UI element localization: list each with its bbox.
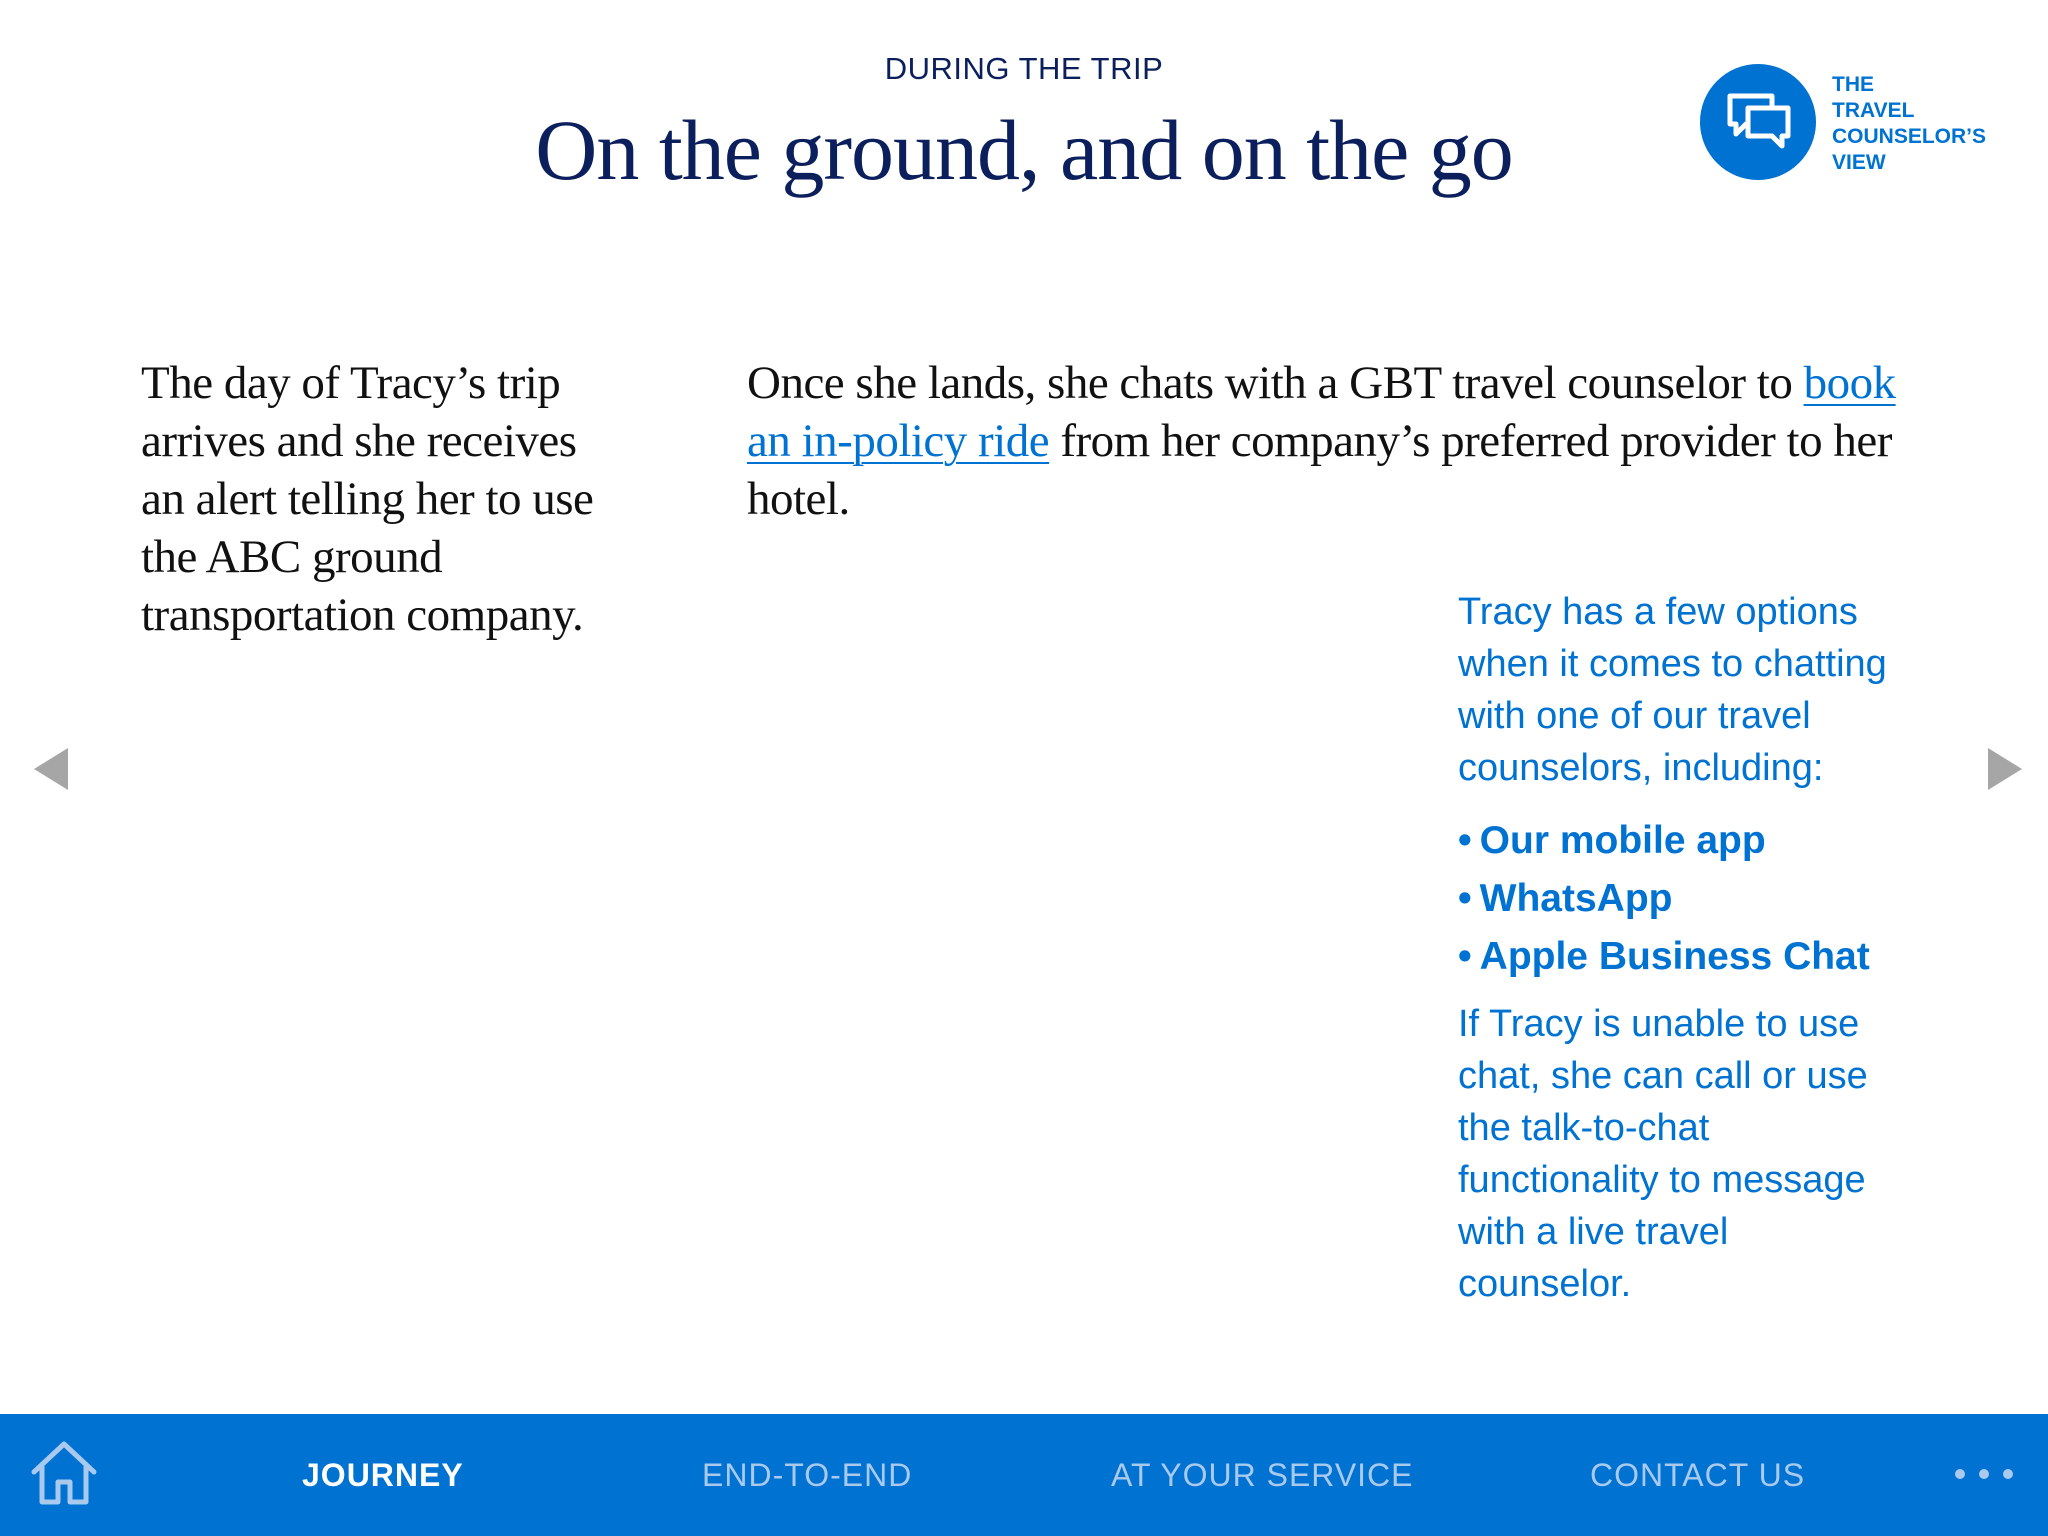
home-button[interactable] (26, 1434, 102, 1510)
nav-tab-end-to-end[interactable]: END-TO-END (702, 1414, 912, 1536)
nav-tab-at-your-service[interactable]: AT YOUR SERVICE (1111, 1414, 1414, 1536)
home-icon (31, 1441, 97, 1505)
chat-option: • WhatsApp (1458, 870, 1958, 928)
chat-option-label: Our mobile app (1479, 819, 1766, 862)
chat-option: • Apple Business Chat (1458, 928, 1958, 986)
next-page-button[interactable] (1984, 744, 2024, 794)
sidebar-intro: Tracy has a few options when it comes to… (1458, 591, 1887, 789)
landing-text-before: Once she lands, she chats with a GBT tra… (747, 357, 1804, 409)
bullet: • (1458, 877, 1472, 920)
sidebar-outro: If Tracy is unable to use chat, she can … (1458, 1003, 1868, 1305)
chat-bubbles-icon (1727, 93, 1791, 149)
more-menu-button[interactable] (1950, 1452, 2020, 1496)
arrow-left-icon (34, 748, 68, 790)
badge-line: COUNSELOR’S (1832, 125, 1987, 148)
landing-paragraph: Once she lands, she chats with a GBT tra… (747, 354, 1907, 528)
more-dots-icon (1955, 1469, 2013, 1479)
chat-option-label: Apple Business Chat (1479, 935, 1870, 978)
travel-counselor-view-label[interactable]: THE TRAVEL COUNSELOR’S VIEW (1832, 72, 2022, 176)
previous-page-button[interactable] (32, 744, 72, 794)
counselor-sidebar: Tracy has a few options when it comes to… (1458, 586, 1958, 1310)
chat-option: • Our mobile app (1458, 812, 1958, 870)
chat-options-list: • Our mobile app • WhatsApp • Apple Busines… (1458, 812, 1958, 986)
chat-option-label: WhatsApp (1479, 877, 1673, 920)
nav-tab-contact-us[interactable]: CONTACT US (1590, 1414, 1805, 1536)
trip-day-paragraph: The day of Tracy’s trip arrives and she … (141, 357, 594, 641)
bullet: • (1458, 819, 1472, 862)
travel-counselor-badge[interactable] (1700, 64, 1816, 180)
arrow-right-icon (1988, 748, 2022, 790)
badge-line: THE (1832, 73, 1874, 96)
badge-line: VIEW (1832, 151, 1886, 174)
badge-line: TRAVEL (1832, 99, 1915, 122)
bottom-navigation-bar: JOURNEY END-TO-END AT YOUR SERVICE CONTA… (0, 1414, 2048, 1536)
nav-tab-journey[interactable]: JOURNEY (302, 1414, 464, 1536)
bullet: • (1458, 935, 1472, 978)
